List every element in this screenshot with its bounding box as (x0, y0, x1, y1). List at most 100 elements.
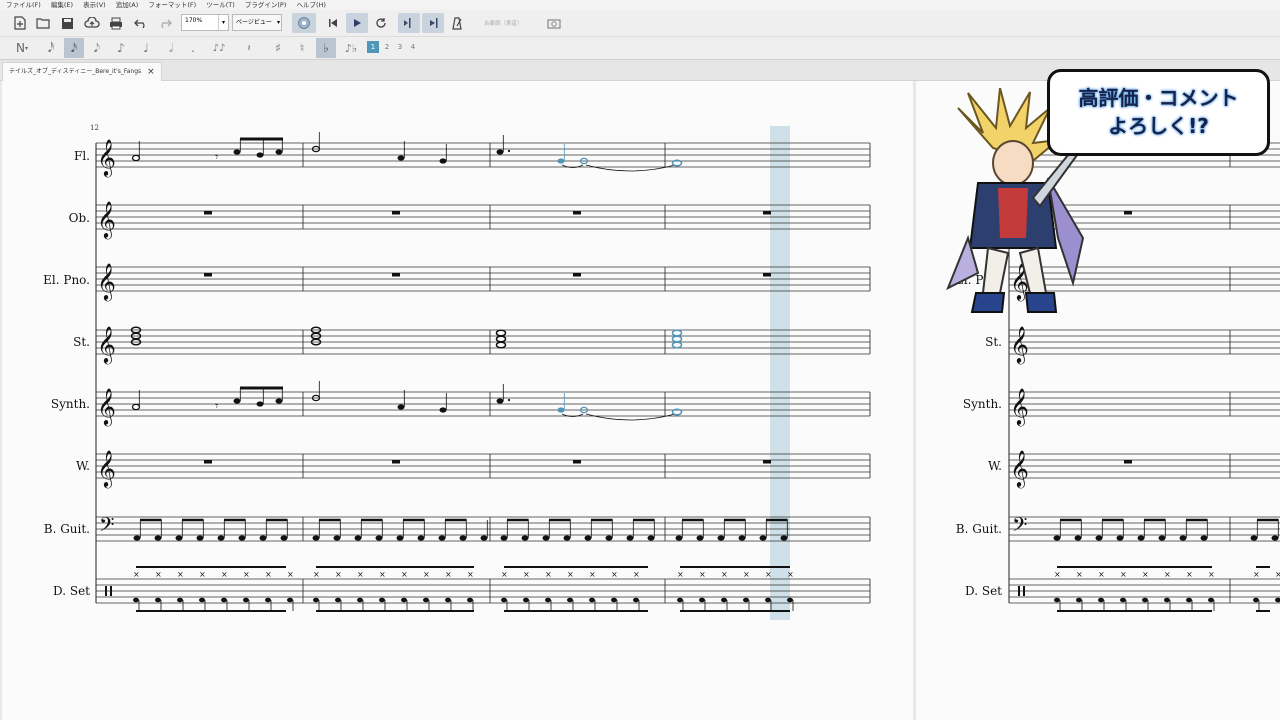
kick-note (379, 597, 385, 603)
whole-rest (204, 211, 212, 215)
kick-note (177, 597, 183, 603)
bass-note (738, 535, 746, 541)
kick-note (765, 597, 771, 603)
whole-rest (763, 211, 771, 215)
bass-note (1200, 535, 1208, 541)
hihat-x: × (199, 570, 206, 579)
whole-rest (573, 211, 581, 215)
bass-note (717, 535, 725, 541)
eighth-note (275, 149, 283, 155)
eighth-note (275, 398, 283, 404)
kick-note (545, 597, 551, 603)
whole-note-chord (671, 341, 683, 349)
quarter-note (397, 404, 405, 410)
bass-note (1250, 535, 1258, 541)
kick-note (155, 597, 161, 603)
kick-note (1120, 597, 1126, 603)
bass-note (780, 535, 788, 541)
eighth-note (256, 152, 264, 158)
treble-clef: 𝄞 (97, 449, 116, 488)
kick-note (423, 597, 429, 603)
half-note (131, 154, 141, 162)
whole-rest (392, 273, 400, 277)
hihat-x: × (221, 570, 228, 579)
whole-rest (763, 273, 771, 277)
bass-note (1095, 535, 1103, 541)
whole-note-chord (671, 335, 683, 343)
bass-note (542, 535, 550, 541)
bass-note (438, 535, 446, 541)
kick-note (633, 597, 639, 603)
eighth-rest: 𝄾 (215, 399, 218, 413)
hihat-x: × (523, 570, 530, 579)
hihat-x: × (787, 570, 794, 579)
kick-note (287, 597, 293, 603)
kick-note (467, 597, 473, 603)
whole-rest (573, 460, 581, 464)
whole-rest (392, 211, 400, 215)
eighth-note (233, 149, 241, 155)
bass-note (626, 535, 634, 541)
bass-clef: 𝄢 (99, 513, 114, 541)
bass-note (1116, 535, 1124, 541)
bass-note (1053, 535, 1061, 541)
bass-note (354, 535, 362, 541)
kick-note (1098, 597, 1104, 603)
hihat-x: × (501, 570, 508, 579)
hihat-x: × (243, 570, 250, 579)
hihat-x: × (155, 570, 162, 579)
hihat-x: × (379, 570, 386, 579)
bass-note (312, 535, 320, 541)
hihat-x: × (423, 570, 430, 579)
whole-rest (392, 460, 400, 464)
hihat-x: × (133, 570, 140, 579)
kick-note (335, 597, 341, 603)
bass-note (1137, 535, 1145, 541)
bass-note (605, 535, 613, 541)
bubble-line-1: 高評価・コメント (1078, 86, 1239, 110)
bass-clef: 𝄢 (1012, 513, 1027, 541)
whole-rest (573, 273, 581, 277)
bass-note (217, 535, 225, 541)
bass-note (480, 535, 488, 541)
percussion-clef (110, 586, 112, 596)
bass-note (521, 535, 529, 541)
kick-note (567, 597, 573, 603)
bass-note (259, 535, 267, 541)
tie (585, 164, 676, 172)
bass-note (584, 535, 592, 541)
kick-note (1054, 597, 1060, 603)
whole-rest (204, 273, 212, 277)
kick-note (1186, 597, 1192, 603)
kick-note (265, 597, 271, 603)
kick-note (199, 597, 205, 603)
whole-note-chord (495, 335, 507, 343)
whole-rest (763, 460, 771, 464)
treble-clef: 𝄞 (1010, 325, 1029, 364)
whole-note-chord (671, 329, 683, 337)
bass-note (396, 535, 404, 541)
treble-clef: 𝄞 (97, 387, 116, 426)
eighth-rest: 𝄾 (215, 150, 218, 164)
hihat-x: × (1120, 570, 1127, 579)
kick-note (721, 597, 727, 603)
hihat-x: × (743, 570, 750, 579)
kick-note (445, 597, 451, 603)
bass-note (1179, 535, 1187, 541)
dotted-quarter-note (496, 149, 504, 155)
notation-marks: 𝄞𝄞𝄞𝄞𝄞𝄞𝄢𝄞𝄞𝄞𝄞𝄢𝄾𝄾× × × × × × × × × × × × × × × × × × × × × × × × × ×… (95, 132, 1280, 612)
bass-note (759, 535, 767, 541)
kick-note (523, 597, 529, 603)
half-note (131, 403, 141, 411)
hihat-x: × (633, 570, 640, 579)
eighth-note-selected (557, 407, 565, 413)
bass-note (417, 535, 425, 541)
tie (585, 413, 676, 421)
hihat-x: × (445, 570, 452, 579)
augmentation-dot (507, 149, 511, 153)
hihat-x: × (313, 570, 320, 579)
treble-clef: 𝄞 (97, 138, 116, 177)
kick-note (1208, 597, 1214, 603)
hihat-x: × (1076, 570, 1083, 579)
augmentation-dot (507, 398, 511, 402)
